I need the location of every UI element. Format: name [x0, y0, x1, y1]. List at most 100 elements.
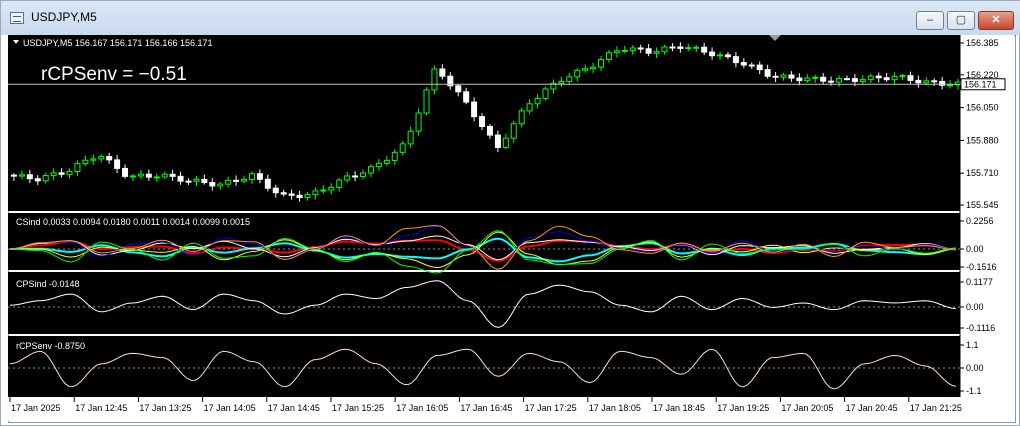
candle-body [296, 194, 303, 199]
candle-body [637, 47, 644, 50]
candle-body [264, 178, 271, 189]
candle-body [502, 137, 509, 148]
candle-body [756, 64, 763, 71]
candle-body [185, 180, 192, 183]
candle-body [383, 159, 390, 164]
candle-body [859, 79, 866, 82]
scale-label: -1.1 [966, 386, 982, 396]
candle-body [764, 69, 771, 77]
candle-body [891, 75, 898, 81]
scale-label: 0.00 [966, 363, 984, 373]
candle-body [780, 74, 787, 78]
candle-body [312, 190, 319, 196]
candle-body [248, 173, 255, 180]
candle-body [796, 77, 803, 82]
candle-body [479, 116, 486, 127]
candle-body [455, 85, 462, 93]
candle-body [582, 68, 589, 71]
candle-body [851, 78, 858, 82]
candle-body [486, 125, 493, 136]
csind-header: CSind 0.0033 0.0094 0.0180 0.0011 0.0014… [16, 217, 250, 227]
candle-body [241, 178, 248, 182]
candle-body [828, 80, 835, 83]
close-button[interactable]: ✕ [978, 11, 1014, 30]
candle-body [58, 172, 65, 175]
candle-body [923, 80, 930, 84]
time-axis-label: 17 Jan 20:05 [781, 403, 833, 413]
current-price-label: 156.171 [964, 79, 997, 89]
candle-body [122, 167, 129, 177]
candle-body [526, 103, 533, 112]
candle-body [415, 112, 422, 132]
candle-body [732, 56, 739, 64]
candle-body [558, 81, 565, 84]
candle-body [772, 75, 779, 78]
scale-label: 0.1177 [966, 277, 993, 287]
candle-body [883, 77, 890, 81]
candle-body [915, 79, 922, 84]
candle-body [677, 46, 684, 49]
time-axis-label: 17 Jan 18:05 [589, 403, 641, 413]
minimize-button[interactable]: – [916, 11, 944, 30]
time-axis-label: 17 Jan 16:45 [460, 403, 512, 413]
window-titlebar[interactable]: USDJPY,M5 – ▢ ✕ [1, 1, 1020, 35]
time-axis-label: 17 Jan 2025 [11, 403, 61, 413]
candle-body [661, 46, 668, 53]
time-axis-label: 17 Jan 14:05 [204, 403, 256, 413]
candle-body [169, 173, 176, 177]
candle-body [947, 84, 954, 87]
candle-body [542, 88, 549, 99]
candle-body [201, 178, 208, 184]
candle-body [34, 178, 41, 182]
price-chart[interactable]: USDJPY,M5 156.167 156.171 156.166 156.17… [8, 35, 1014, 421]
candle-body [804, 77, 811, 82]
price-scale-label: 156.385 [966, 38, 999, 48]
candle-body [518, 110, 525, 125]
candle-body [177, 175, 184, 182]
time-axis-label: 17 Jan 14:45 [268, 403, 320, 413]
candle-body [336, 179, 343, 188]
candle-body [812, 76, 819, 79]
candle-body [788, 74, 795, 79]
candle-body [899, 75, 906, 78]
price-scale-label: 155.880 [966, 135, 999, 145]
candle-body [367, 166, 374, 174]
candle-body [931, 80, 938, 83]
candle-body [320, 189, 327, 192]
time-axis-label: 17 Jan 17:25 [525, 403, 577, 413]
candle-body [724, 54, 731, 58]
candle-body [598, 59, 605, 68]
candle-body [352, 175, 359, 178]
candle-body [431, 68, 438, 91]
candle-body [717, 54, 724, 57]
candle-body [867, 75, 874, 81]
scale-label: 0.00 [966, 302, 984, 312]
candle-body [740, 62, 747, 66]
candle-body [10, 174, 17, 177]
candle-body [209, 182, 216, 187]
time-axis-label: 17 Jan 21:25 [910, 403, 962, 413]
scale-label: -0.1516 [966, 262, 997, 272]
candle-body [280, 192, 287, 195]
time-axis-label: 17 Jan 18:45 [653, 403, 705, 413]
candle-body [843, 78, 850, 81]
time-axis-label: 17 Jan 13:25 [139, 403, 191, 413]
price-scale-label: 156.050 [966, 103, 999, 113]
candle-body [669, 46, 676, 49]
candle-body [50, 172, 57, 177]
maximize-button[interactable]: ▢ [947, 11, 975, 30]
candle-body [74, 163, 81, 173]
candle-body [66, 171, 73, 175]
candle-body [645, 48, 652, 54]
rcpsenv-panel-bg [8, 336, 960, 397]
cpsind-panel-bg [8, 272, 960, 334]
candle-body [439, 68, 446, 77]
candle-body [98, 156, 105, 160]
candle-body [225, 179, 232, 185]
candle-body [534, 97, 541, 105]
candle-body [820, 76, 827, 82]
rcpsenv-overlay-label: rCPSenv = −0.51 [41, 64, 187, 85]
candle-body [129, 175, 136, 178]
candle-body [114, 159, 121, 169]
candle-body [748, 64, 755, 67]
